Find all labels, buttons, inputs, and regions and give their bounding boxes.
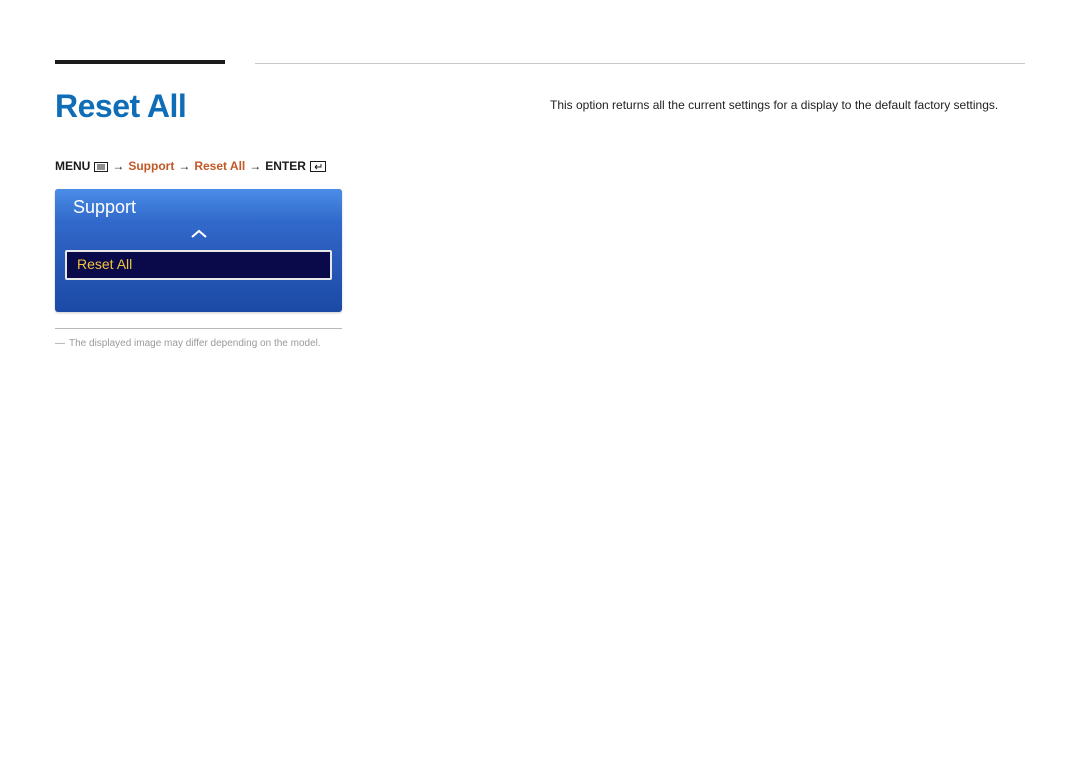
page-container: Reset All MENU → Support → Reset All → E…: [0, 0, 1080, 351]
right-column: This option returns all the current sett…: [550, 88, 1025, 351]
nav-arrow-2: →: [178, 159, 190, 173]
chevron-up-icon: [190, 226, 208, 243]
header-accent-bar: [55, 60, 225, 64]
page-title: Reset All: [55, 88, 395, 125]
footnote-divider: [55, 328, 342, 329]
nav-enter-label: ENTER: [265, 159, 306, 173]
footnote: ― The displayed image may differ dependin…: [55, 337, 395, 351]
nav-menu-label: MENU: [55, 159, 90, 173]
description-text: This option returns all the current sett…: [550, 96, 1025, 115]
header-rule-row: [55, 60, 1025, 64]
nav-arrow-3: →: [249, 159, 261, 173]
menu-panel-title: Support: [55, 189, 342, 224]
enter-icon: [310, 159, 326, 173]
menu-scroll-up[interactable]: [55, 224, 342, 248]
footnote-text: The displayed image may differ depending…: [69, 338, 321, 349]
navigation-path: MENU → Support → Reset All → ENTER: [55, 159, 395, 173]
menu-icon: [94, 159, 108, 173]
menu-item-reset-all[interactable]: Reset All: [65, 250, 332, 280]
content-row: Reset All MENU → Support → Reset All → E…: [55, 88, 1025, 351]
left-column: Reset All MENU → Support → Reset All → E…: [55, 88, 395, 351]
nav-step-reset-all: Reset All: [194, 159, 245, 173]
menu-item-label: Reset All: [77, 256, 132, 272]
header-thin-line: [255, 63, 1025, 64]
support-menu-panel: Support Reset All: [55, 189, 342, 312]
footnote-dash: ―: [55, 338, 65, 349]
nav-step-support: Support: [128, 159, 174, 173]
nav-arrow-1: →: [112, 159, 124, 173]
